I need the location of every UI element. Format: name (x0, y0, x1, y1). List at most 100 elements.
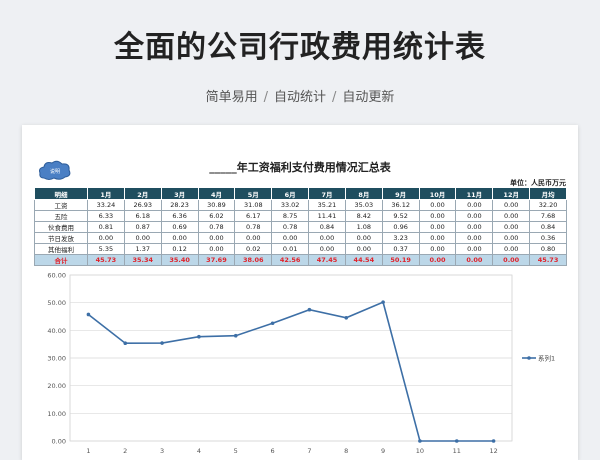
table-cell: 0.00 (418, 221, 457, 233)
data-point (123, 341, 128, 346)
y-tick-label: 20.00 (47, 382, 66, 390)
table-cell: 32.20 (529, 199, 567, 211)
column-header: 10月 (418, 187, 457, 200)
table-cell: 0.00 (492, 221, 531, 233)
table-cell: 0.00 (455, 199, 494, 211)
x-tick-label: 10 (416, 447, 424, 455)
table-header-row: 明细 1月 2月 3月 4月 5月 6月 7月 8月 9月 10月 11月 12月 月均 (34, 187, 567, 200)
table-cell: 0.00 (455, 221, 494, 233)
y-tick-label: 40.00 (47, 327, 66, 335)
tagline: 简单易用 / 自动统计 / 自动更新 (0, 86, 600, 105)
data-point (381, 300, 385, 304)
x-tick-label: 2 (123, 447, 127, 455)
table-cell: 0.00 (418, 254, 457, 266)
data-point (491, 439, 496, 443)
column-header: 12月 (492, 187, 531, 200)
table-cell: 5.35 (87, 243, 125, 255)
column-header: 3月 (160, 187, 199, 200)
x-tick-label: 1 (86, 447, 90, 455)
table-cell: 8.75 (271, 210, 310, 222)
page-headline: 全面的公司行政费用统计表 (114, 30, 486, 65)
table-cell: 0.87 (123, 221, 162, 233)
table-cell: 36.12 (381, 199, 420, 211)
spreadsheet-preview: 说明 _____年工资福利支付费用情况汇总表 单位：人民币万元 明细 1月 2月 3月… (22, 125, 578, 460)
table-cell: 28.23 (160, 199, 199, 211)
table-cell: 0.96 (381, 221, 420, 233)
x-tick-label: 5 (234, 447, 238, 455)
total-row: 合计 45.73 35.34 35.40 37.69 38.06 42.56 47.45 44.… (34, 254, 567, 266)
x-tick-label: 12 (489, 447, 497, 455)
table-cell: 0.69 (160, 221, 199, 233)
column-header: 5月 (234, 187, 273, 200)
table-row: 其他福利 5.35 1.37 0.12 0.00 0.02 0.01 0.00 0.00 0.37… (34, 243, 567, 255)
table-cell: 33.24 (87, 199, 125, 211)
table-cell: 35.34 (123, 254, 162, 266)
column-header: 明细 (34, 187, 88, 200)
row-label: 其他福利 (34, 243, 88, 255)
table-cell: 0.00 (492, 199, 531, 211)
table-cell: 0.02 (234, 243, 273, 255)
data-point (86, 312, 91, 317)
table-cell: 8.42 (344, 210, 383, 222)
column-header: 1月 (87, 187, 125, 200)
table-cell: 0.37 (381, 243, 420, 255)
table-cell: 0.00 (197, 243, 236, 255)
data-point (344, 315, 349, 320)
column-header: 11月 (455, 187, 494, 200)
summary-table: 明细 1月 2月 3月 4月 5月 6月 7月 8月 9月 10月 11月 12月 月均 工资 33.24 2… (34, 187, 567, 266)
table-cell: 35.03 (344, 199, 383, 211)
table-cell: 1.08 (344, 221, 383, 233)
series-line (87, 301, 494, 442)
table-cell: 0.12 (160, 243, 199, 255)
tagline-item: 简单易用 (205, 90, 258, 105)
table-cell: 6.33 (87, 210, 125, 222)
column-header: 月均 (529, 187, 567, 200)
table-cell: 35.21 (308, 199, 346, 211)
table-row: 工资 33.24 26.93 28.23 30.89 31.08 33.02 35.21 35.… (34, 199, 567, 211)
y-tick-label: 50.00 (47, 299, 66, 307)
row-label: 五险 (34, 210, 88, 222)
data-point (418, 439, 422, 443)
table-cell: 31.08 (234, 199, 273, 211)
line-chart: 0.00 10.00 20.00 30.00 40.00 50.00 60.00 1 2 3 4 5 6… (34, 267, 567, 460)
row-label: 合计 (34, 254, 88, 266)
table-cell: 0.00 (418, 199, 457, 211)
table-cell: 0.00 (492, 243, 531, 255)
table-cell: 47.45 (308, 254, 346, 266)
table-cell: 6.02 (197, 210, 236, 222)
data-point (307, 307, 312, 312)
table-cell: 0.78 (271, 221, 310, 233)
table-cell: 0.00 (492, 210, 531, 222)
table-cell: 0.01 (271, 243, 310, 255)
data-point (270, 321, 275, 326)
sheet-title: _____年工资福利支付费用情况汇总表 (209, 161, 391, 174)
x-tick-label: 9 (381, 447, 385, 455)
x-tick-label: 8 (344, 447, 348, 455)
table-cell: 0.00 (344, 243, 383, 255)
table-cell: 0.81 (87, 221, 125, 233)
table-cell: 26.93 (123, 199, 162, 211)
x-tick-label: 4 (197, 447, 201, 455)
legend-marker (527, 356, 531, 360)
table-cell: 0.78 (234, 221, 273, 233)
table-cell: 0.00 (418, 210, 457, 222)
table-cell: 0.00 (87, 232, 125, 244)
table-cell: 45.73 (87, 254, 125, 266)
y-tick-label: 30.00 (47, 355, 66, 363)
table-cell: 0.00 (160, 232, 199, 244)
table-cell: 6.17 (234, 210, 273, 222)
y-tick-label: 60.00 (47, 272, 66, 280)
x-tick-label: 11 (453, 447, 461, 455)
table-cell: 0.84 (308, 221, 346, 233)
table-row: 伙食费用 0.81 0.87 0.69 0.78 0.78 0.78 0.84 1.08 0.96… (34, 221, 567, 233)
table-cell: 0.00 (271, 232, 310, 244)
table-cell: 0.00 (308, 232, 346, 244)
column-header: 2月 (123, 187, 162, 200)
table-cell: 0.00 (455, 232, 494, 244)
tagline-item: 自动更新 (342, 90, 395, 105)
column-header: 8月 (344, 187, 383, 200)
column-header: 7月 (308, 187, 346, 200)
y-tick-label: 0.00 (52, 438, 66, 446)
table-cell: 0.00 (234, 232, 273, 244)
table-cell: 11.41 (308, 210, 346, 222)
